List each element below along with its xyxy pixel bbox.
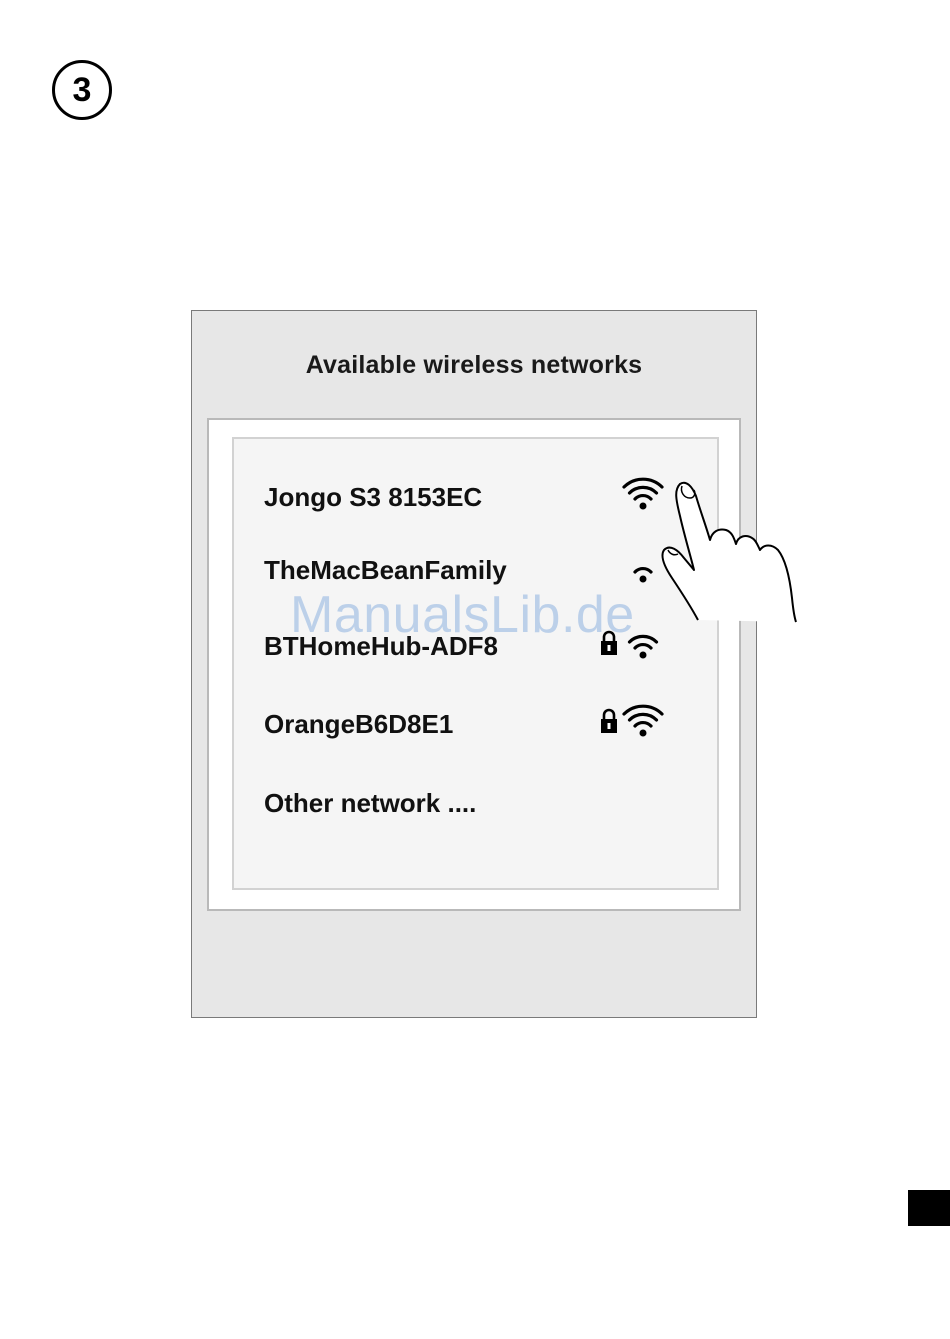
wireless-networks-dialog: Available wireless networks Jongo S3 815… <box>191 310 757 1018</box>
network-name: Jongo S3 8153EC <box>264 482 483 512</box>
wifi-signal-icon <box>621 704 665 738</box>
network-name: OrangeB6D8E1 <box>264 709 454 739</box>
network-list-frame: Jongo S3 8153EC TheMacBeanFamily BTHomeH… <box>207 418 741 911</box>
step-number-badge: 3 <box>52 60 112 120</box>
page-edge-tab <box>908 1190 950 1226</box>
network-name: TheMacBeanFamily <box>264 555 507 585</box>
padlock-icon <box>599 707 619 735</box>
network-item-themacbeanfamily[interactable]: TheMacBeanFamily <box>234 547 717 587</box>
network-name: Other network .... <box>264 788 477 818</box>
network-item-orange[interactable]: OrangeB6D8E1 <box>234 701 717 741</box>
padlock-icon <box>599 629 619 657</box>
network-list: Jongo S3 8153EC TheMacBeanFamily BTHomeH… <box>232 437 719 890</box>
network-item-bthomehub[interactable]: BTHomeHub-ADF8 <box>234 623 717 663</box>
dialog-title: Available wireless networks <box>305 351 643 379</box>
wifi-signal-icon <box>621 477 665 511</box>
wifi-signal-icon <box>621 550 665 584</box>
network-item-jongo[interactable]: Jongo S3 8153EC <box>234 474 717 514</box>
network-item-other[interactable]: Other network .... <box>234 780 717 820</box>
network-name: BTHomeHub-ADF8 <box>264 631 498 661</box>
wifi-signal-icon <box>621 626 665 660</box>
step-number: 3 <box>72 70 92 109</box>
